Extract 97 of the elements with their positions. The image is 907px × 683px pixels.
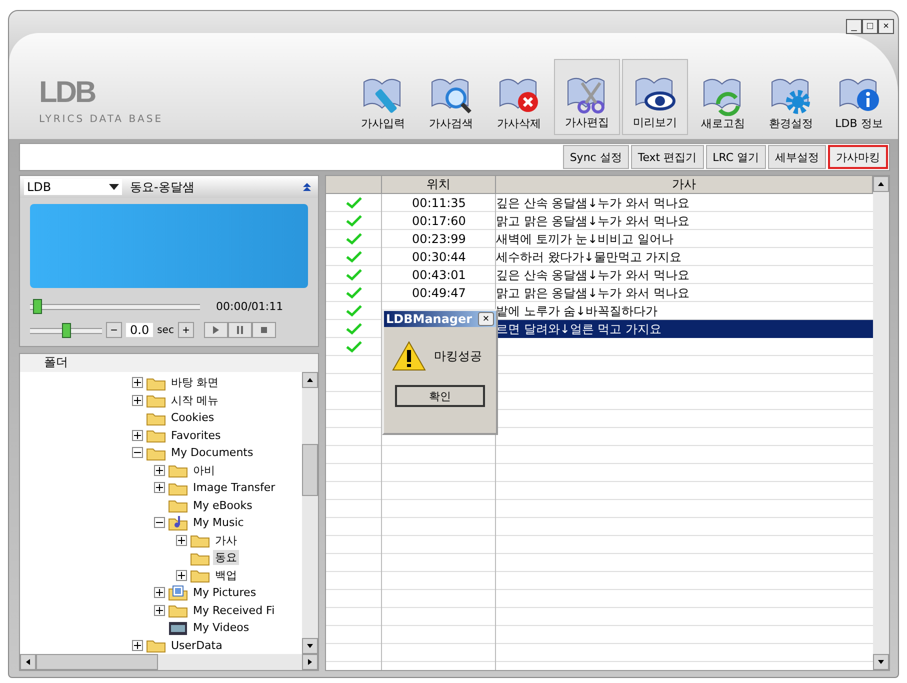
scroll-up-icon (306, 376, 314, 384)
table-cell[interactable]: 르면 달려와↓얼른 먹고 가지요 (496, 320, 873, 338)
expand-box-icon[interactable] (132, 640, 143, 651)
table-cell: 00:43:01 (412, 268, 466, 282)
toolbar-button[interactable]: 가사삭제 (486, 59, 552, 135)
pause-icon (236, 326, 244, 334)
tree-item[interactable]: My Pictures (191, 586, 258, 600)
tree-item[interactable]: 백업 (213, 568, 239, 583)
tree-item[interactable]: Image Transfer (191, 481, 278, 494)
expand-box-icon[interactable] (154, 464, 165, 476)
scroll-right-icon (306, 658, 314, 666)
collapse-icon[interactable] (302, 182, 312, 192)
table-cell[interactable]: 깊은 산속 옹달샘↓누가 와서 먹나요 (496, 194, 873, 212)
offset-value: 0.0 (126, 323, 154, 337)
tree-item[interactable]: My Music (191, 516, 246, 530)
source-dropdown[interactable]: LDB (24, 179, 122, 195)
close-button[interactable]: × (478, 312, 494, 326)
toolbar-button[interactable]: 환경설정 (758, 59, 824, 135)
toolbar-button[interactable]: LDB 정보 (826, 59, 892, 135)
tab[interactable]: Text 편집기 (630, 145, 704, 169)
tree-item[interactable]: Cookies (169, 411, 216, 424)
expand-box-icon[interactable] (154, 587, 165, 598)
table-cell: 00:11:35 (412, 196, 466, 210)
toolbar-button[interactable]: 가사검색 (418, 59, 484, 135)
tree-header: 폴더 (44, 355, 68, 369)
tab[interactable]: 가사마킹 (828, 145, 888, 169)
toolbar-button[interactable]: 가사입력 (350, 59, 416, 135)
expand-box-icon[interactable] (132, 430, 143, 441)
toolbar-button[interactable]: 미리보기 (622, 59, 688, 135)
logo-mark: LDB (39, 76, 96, 110)
tree-item[interactable]: 동요 (213, 550, 239, 566)
table-cell: 00:30:44 (412, 250, 466, 264)
music-folder-icon (168, 514, 188, 531)
tree-item[interactable]: My Videos (191, 621, 252, 634)
offset-unit: sec (157, 324, 174, 336)
table-cell[interactable]: 맑고 맑은 옹달샘↓누가 와서 먹나요 (496, 284, 873, 302)
scroll-left-icon (24, 658, 32, 666)
tree-item[interactable]: 가사 (213, 532, 239, 548)
scroll-up-icon (877, 180, 885, 188)
picture-folder-icon (168, 584, 188, 601)
table-cell: 00:49:47 (412, 286, 466, 300)
warning-icon (392, 341, 426, 371)
pause-button[interactable] (228, 322, 252, 338)
minus-button[interactable]: − (106, 322, 122, 338)
tree-item[interactable]: 시작 메뉴 (169, 392, 220, 408)
window-control-button[interactable]: □ (862, 19, 878, 34)
dropdown-arrow-icon (109, 184, 119, 190)
dialog-message: 마킹성공 (434, 348, 482, 364)
table-cell[interactable]: 새벽에 토끼가 눈↓비비고 일어나 (496, 230, 873, 248)
scroll-down-icon (877, 658, 885, 666)
window-control-button[interactable]: × (878, 19, 894, 34)
play-icon (212, 326, 220, 334)
film-icon (168, 620, 188, 636)
table-cell[interactable]: 밭에 노루가 숨↓바꼭질하다가 (496, 302, 873, 320)
table-cell[interactable]: 맑고 맑은 옹달샘↓누가 와서 먹나요 (496, 212, 873, 230)
table-cell[interactable]: 깊은 산속 옹달샘↓누가 와서 먹나요 (496, 266, 873, 284)
dialog-title: LDBManager (386, 312, 472, 326)
ok-button[interactable]: 확인 (395, 385, 485, 407)
table-cell[interactable]: 세수하러 왔다가↓물만먹고 가지요 (496, 248, 873, 266)
expand-box-icon[interactable] (154, 604, 165, 616)
tab[interactable]: 세부설정 (768, 145, 826, 169)
horizontal-scrollbar[interactable] (20, 654, 318, 670)
vertical-scrollbar[interactable] (302, 372, 318, 654)
play-button[interactable] (204, 322, 228, 338)
toolbar-button[interactable]: 새로고침 (690, 59, 756, 135)
stop-icon (260, 326, 268, 334)
expand-box-icon[interactable] (176, 534, 187, 546)
expand-box-icon[interactable] (154, 482, 165, 494)
expand-box-icon[interactable] (132, 377, 143, 388)
tree-item[interactable]: My Documents (169, 446, 256, 460)
toolbar-button[interactable]: 가사편집 (554, 59, 620, 135)
time-display: 00:00/01:11 (216, 300, 284, 312)
scroll-down-icon (306, 642, 314, 650)
collapse-box-icon[interactable] (132, 447, 143, 458)
expand-box-icon[interactable] (132, 394, 143, 406)
tree-item[interactable]: Favorites (169, 428, 223, 442)
plus-button[interactable]: + (178, 322, 194, 338)
tree-item[interactable]: 바탕 화면 (169, 375, 220, 390)
logo-subtitle: LYRICS DATA BASE (39, 114, 164, 125)
tab[interactable]: LRC 열기 (706, 145, 766, 169)
vertical-scrollbar[interactable] (873, 176, 889, 670)
tab[interactable]: Sync 설정 (562, 145, 629, 169)
table-cell: 00:23:99 (412, 232, 466, 246)
stop-button[interactable] (252, 322, 276, 338)
tree-item[interactable]: My Received Fi (191, 604, 277, 617)
column-header[interactable]: 위치 (382, 176, 496, 194)
expand-box-icon[interactable] (176, 570, 187, 581)
window-control-button[interactable]: _ (846, 19, 862, 34)
column-header[interactable]: 가사 (496, 176, 873, 194)
scroll-thumb[interactable] (36, 654, 158, 670)
scroll-thumb[interactable] (302, 444, 318, 496)
tree-item[interactable]: UserData (169, 638, 224, 652)
song-title: 동요-옹달샘 (130, 178, 196, 196)
table-cell: 00:17:60 (412, 214, 466, 228)
tree-item[interactable]: 아비 (191, 462, 217, 478)
collapse-box-icon[interactable] (154, 517, 165, 528)
tree-item[interactable]: My eBooks (191, 498, 254, 512)
